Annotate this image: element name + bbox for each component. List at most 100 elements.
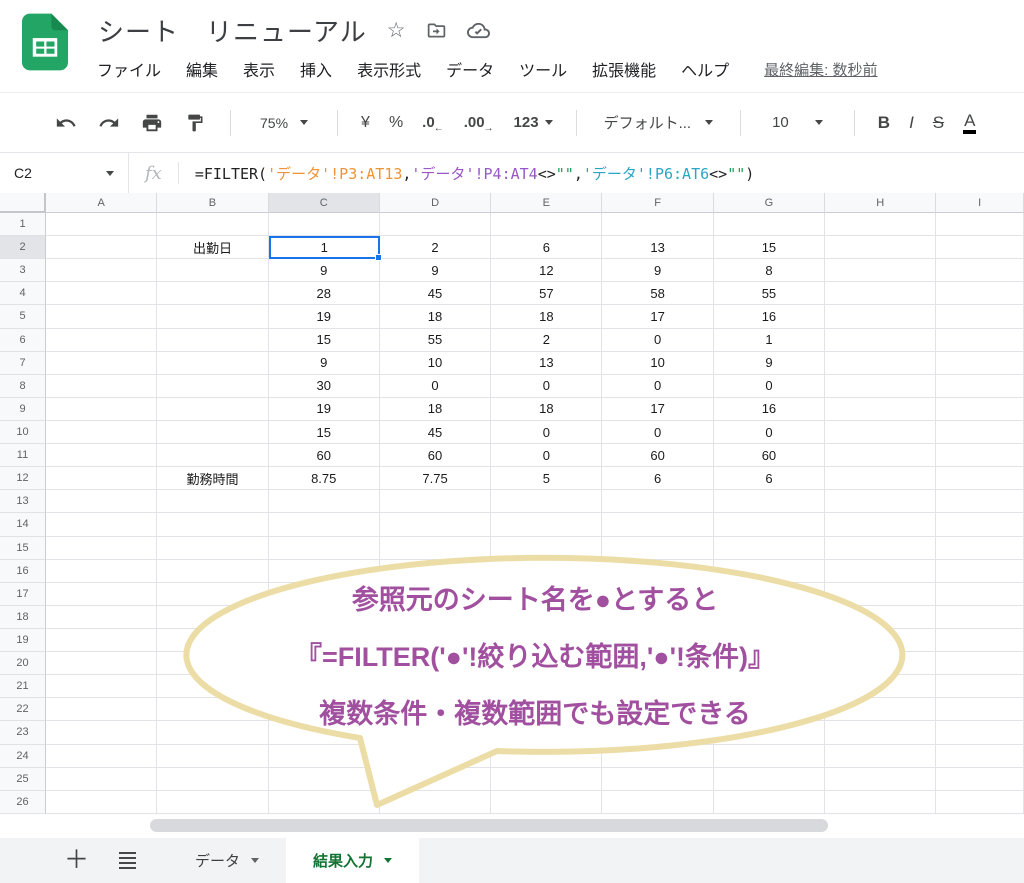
cell-A24[interactable]	[46, 745, 157, 768]
chevron-down-icon[interactable]	[384, 858, 392, 863]
cell-F5[interactable]: 17	[602, 305, 713, 328]
increase-decimal-button[interactable]: .00→	[464, 114, 495, 131]
cell-A3[interactable]	[46, 259, 157, 282]
more-formats-button[interactable]: 123	[514, 114, 553, 131]
cell-E1[interactable]	[491, 213, 602, 236]
paint-format-icon[interactable]	[183, 111, 207, 135]
cell-H13[interactable]	[825, 490, 936, 513]
cell-C4[interactable]: 28	[269, 282, 380, 305]
cell-F2[interactable]: 13	[602, 236, 713, 259]
cell-F4[interactable]: 58	[602, 282, 713, 305]
all-sheets-icon[interactable]	[119, 852, 136, 870]
cell-D6[interactable]: 55	[380, 329, 491, 352]
cell-I22[interactable]	[936, 698, 1024, 721]
undo-icon[interactable]	[54, 111, 78, 135]
cell-E14[interactable]	[491, 513, 602, 536]
cell-I26[interactable]	[936, 791, 1024, 814]
cell-H1[interactable]	[825, 213, 936, 236]
column-header-H[interactable]: H	[825, 193, 936, 213]
cell-I20[interactable]	[936, 652, 1024, 675]
cell-E8[interactable]: 0	[491, 375, 602, 398]
cell-B9[interactable]	[157, 398, 268, 421]
cell-C10[interactable]: 15	[269, 421, 380, 444]
cell-F10[interactable]: 0	[602, 421, 713, 444]
cell-H11[interactable]	[825, 444, 936, 467]
row-header-10[interactable]: 10	[0, 421, 46, 444]
cell-A11[interactable]	[46, 444, 157, 467]
cell-G14[interactable]	[714, 513, 825, 536]
cell-I1[interactable]	[936, 213, 1024, 236]
cell-I4[interactable]	[936, 282, 1024, 305]
cell-C6[interactable]: 15	[269, 329, 380, 352]
cell-H12[interactable]	[825, 467, 936, 490]
redo-icon[interactable]	[97, 111, 121, 135]
cell-E3[interactable]: 12	[491, 259, 602, 282]
cell-D4[interactable]: 45	[380, 282, 491, 305]
text-color-button[interactable]: A	[963, 111, 976, 134]
menu-extensions[interactable]: 拡張機能	[592, 57, 656, 81]
cell-D14[interactable]	[380, 513, 491, 536]
row-header-4[interactable]: 4	[0, 282, 46, 305]
row-header-22[interactable]: 22	[0, 698, 46, 721]
cell-C3[interactable]: 9	[269, 259, 380, 282]
cell-A6[interactable]	[46, 329, 157, 352]
row-header-12[interactable]: 12	[0, 467, 46, 490]
cell-H14[interactable]	[825, 513, 936, 536]
cell-G3[interactable]: 8	[714, 259, 825, 282]
row-header-3[interactable]: 3	[0, 259, 46, 282]
row-header-1[interactable]: 1	[0, 213, 46, 236]
menu-edit[interactable]: 編集	[186, 57, 218, 81]
row-header-2[interactable]: 2	[0, 236, 46, 259]
row-header-7[interactable]: 7	[0, 352, 46, 375]
cell-B6[interactable]	[157, 329, 268, 352]
cell-A22[interactable]	[46, 698, 157, 721]
cell-H9[interactable]	[825, 398, 936, 421]
cell-G9[interactable]: 16	[714, 398, 825, 421]
cell-C8[interactable]: 30	[269, 375, 380, 398]
cell-C7[interactable]: 9	[269, 352, 380, 375]
row-header-24[interactable]: 24	[0, 745, 46, 768]
cell-A13[interactable]	[46, 490, 157, 513]
cell-E2[interactable]: 6	[491, 236, 602, 259]
sheet-tab-data[interactable]: データ	[168, 838, 286, 883]
row-header-16[interactable]: 16	[0, 560, 46, 583]
row-header-8[interactable]: 8	[0, 375, 46, 398]
row-header-15[interactable]: 15	[0, 537, 46, 560]
cell-G5[interactable]: 16	[714, 305, 825, 328]
cell-I19[interactable]	[936, 629, 1024, 652]
row-header-14[interactable]: 14	[0, 513, 46, 536]
cell-A12[interactable]	[46, 467, 157, 490]
cell-A7[interactable]	[46, 352, 157, 375]
cell-G6[interactable]: 1	[714, 329, 825, 352]
cell-I14[interactable]	[936, 513, 1024, 536]
document-title[interactable]: シート リニューアル	[98, 12, 367, 49]
row-header-13[interactable]: 13	[0, 490, 46, 513]
formula-text[interactable]: =FILTER('データ'!P3:AT13,'データ'!P4:AT4<>"",'…	[195, 163, 754, 184]
cell-B12[interactable]: 勤務時間	[157, 467, 268, 490]
cell-I2[interactable]	[936, 236, 1024, 259]
cell-F14[interactable]	[602, 513, 713, 536]
cell-D1[interactable]	[380, 213, 491, 236]
cell-B7[interactable]	[157, 352, 268, 375]
column-header-G[interactable]: G	[714, 193, 825, 213]
cell-D8[interactable]: 0	[380, 375, 491, 398]
cell-B1[interactable]	[157, 213, 268, 236]
cell-C1[interactable]	[269, 213, 380, 236]
cell-A18[interactable]	[46, 606, 157, 629]
menu-file[interactable]: ファイル	[97, 57, 161, 81]
cell-A17[interactable]	[46, 583, 157, 606]
cell-F7[interactable]: 10	[602, 352, 713, 375]
cell-F1[interactable]	[602, 213, 713, 236]
cell-E5[interactable]: 18	[491, 305, 602, 328]
cell-C12[interactable]: 8.75	[269, 467, 380, 490]
cell-I11[interactable]	[936, 444, 1024, 467]
cell-F13[interactable]	[602, 490, 713, 513]
cell-G2[interactable]: 15	[714, 236, 825, 259]
bold-button[interactable]: B	[878, 113, 890, 133]
cell-B3[interactable]	[157, 259, 268, 282]
cell-I8[interactable]	[936, 375, 1024, 398]
cell-F6[interactable]: 0	[602, 329, 713, 352]
sheet-tab-result-input[interactable]: 結果入力	[286, 838, 419, 883]
cell-A19[interactable]	[46, 629, 157, 652]
font-size-control[interactable]: 10	[764, 114, 831, 131]
